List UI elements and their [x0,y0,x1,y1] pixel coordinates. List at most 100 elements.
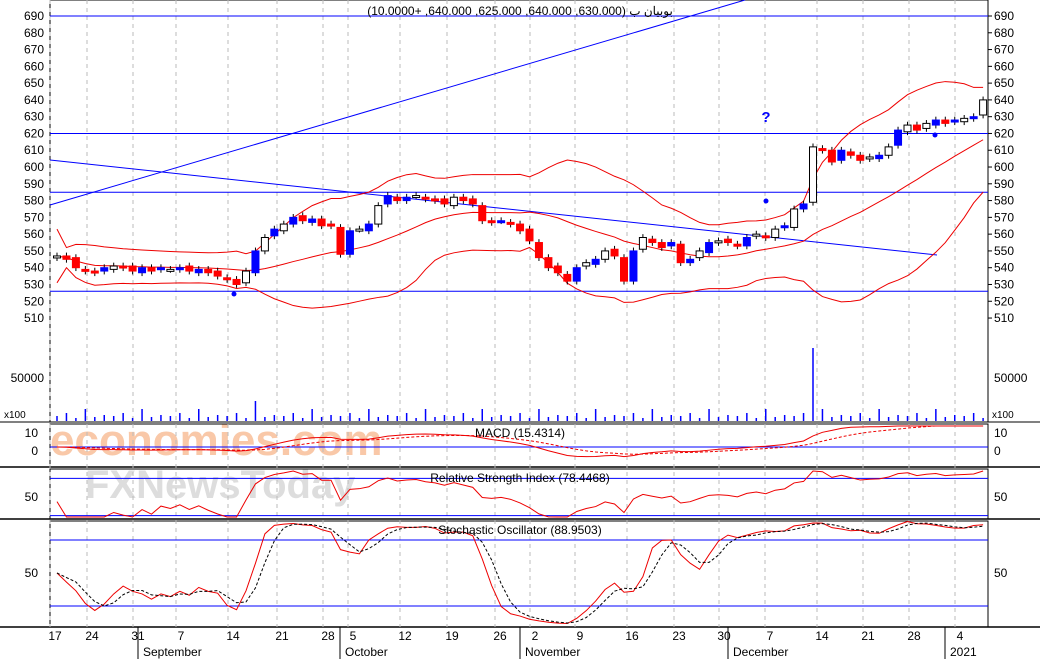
y-tick-right: 640 [994,93,1014,107]
x-month-label: November [525,645,580,659]
candle [903,124,912,133]
candle [412,195,421,199]
candle [676,243,685,264]
candle [204,268,213,274]
candle [657,242,666,249]
candle [119,265,128,269]
candle [979,99,988,116]
candle [790,208,799,228]
y-tick-left: 620 [24,126,44,140]
panel-frame [49,0,989,423]
candle [308,218,317,223]
candle [364,223,373,232]
x-day-label: 19 [445,629,459,643]
candle [53,255,61,259]
x-day-label: 2 [532,629,539,643]
y-tick-left: 540 [24,261,44,275]
candle [846,151,855,156]
y-tick-left: 510 [24,311,44,325]
candle [317,218,326,227]
volume-multiplier-left: x100 [4,410,26,421]
candle [742,236,751,247]
macd-tick-right: 0 [994,444,1001,458]
x-month-label: September [143,645,202,659]
macd-tick-left: 10 [25,426,39,440]
candle [865,156,874,160]
x-day-label: 14 [815,629,829,643]
candle [516,223,525,232]
candle [185,265,194,272]
candle [71,257,80,269]
y-tick-left: 640 [24,93,44,107]
candle [242,270,250,284]
y-tick-left: 630 [24,110,44,124]
y-tick-right: 560 [994,227,1014,241]
candle [336,226,345,255]
candle [620,257,628,282]
candle [138,267,147,274]
candle [402,196,411,202]
candle [969,116,978,120]
candle [809,146,817,203]
x-day-label: 23 [672,629,686,643]
y-tick-right: 600 [994,160,1014,174]
candle [837,149,846,161]
y-tick-left: 660 [24,59,44,73]
candle [355,228,364,232]
candle [175,267,184,271]
y-tick-right: 540 [994,261,1014,275]
y-tick-right: 590 [994,177,1014,191]
x-day-label: 14 [226,629,240,643]
candle [752,233,761,237]
x-day-label: 21 [861,629,875,643]
marker-dot [231,291,237,297]
annotation-question: ? [761,109,770,126]
candle [223,277,232,281]
x-day-label: 16 [625,629,639,643]
macd-tick-right: 10 [994,426,1008,440]
candle [468,198,477,205]
stoch-tick-right: 50 [994,566,1008,580]
candle [487,220,496,224]
y-tick-right: 610 [994,143,1014,157]
x-month-label: 2021 [950,645,977,659]
x-day-label: 12 [398,629,412,643]
candle [638,236,647,250]
candle [648,238,657,244]
stock-chart: economies.com FXNewsToday 17 24 31 7 14 21 28 5 12… [0,0,1040,659]
x-month-label: October [345,645,388,659]
candle [232,278,241,285]
stoch-tick-left: 50 [25,566,39,580]
x-day-label: 28 [907,629,921,643]
candle [572,267,581,282]
candle [298,215,307,222]
candle [109,265,118,270]
candle [771,228,780,238]
candle [960,117,969,123]
x-day-label: 28 [321,629,335,643]
candle [156,267,165,271]
y-tick-left: 590 [24,177,44,191]
candle [279,223,288,232]
chart-title: بوبيان ب (630.000, 640.000, 625.000, 640… [367,4,673,18]
y-tick-right: 650 [994,76,1014,90]
volume-tick-right: 50000 [994,371,1028,385]
candle [506,221,515,225]
candle [260,236,269,252]
candle [478,205,487,222]
candle [383,195,392,205]
stoch-d-line [56,522,984,624]
rsi-title: Relative Strength Index (78.4468) [430,471,609,485]
candle [81,268,90,272]
y-tick-left: 680 [24,26,44,40]
candle [941,119,950,124]
x-day-label: 5 [350,629,357,643]
y-tick-left: 550 [24,244,44,258]
candle [922,122,931,129]
candle [270,228,279,237]
candle [128,265,137,272]
y-tick-left: 610 [24,143,44,157]
candle [591,258,600,265]
candle [894,129,903,146]
candle [90,270,99,274]
